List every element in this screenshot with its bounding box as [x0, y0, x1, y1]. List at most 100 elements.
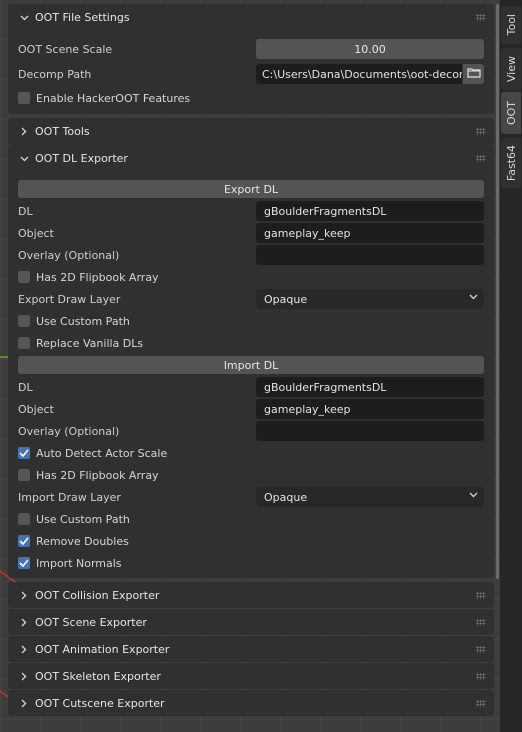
panel-header-tools[interactable]: OOT Tools: [8, 118, 494, 145]
tab-tool[interactable]: Tool: [501, 6, 521, 44]
panel-title: OOT DL Exporter: [35, 152, 128, 165]
panel-title: OOT Tools: [35, 125, 90, 138]
export-object-label: Object: [18, 226, 54, 240]
folder-icon: [466, 67, 481, 81]
scene-scale-field[interactable]: 10.00: [256, 39, 484, 59]
drag-handle-icon[interactable]: [476, 155, 486, 162]
export-custom-path-checkbox[interactable]: [18, 315, 30, 327]
import-custom-path-checkbox[interactable]: [18, 513, 30, 525]
sidebar-tab-strip: Tool View OOT Fast64: [500, 0, 522, 732]
panel-skeleton-exporter: OOT Skeleton Exporter: [8, 663, 494, 689]
panel-title: OOT Skeleton Exporter: [35, 670, 161, 683]
remove-doubles-checkbox[interactable]: [18, 535, 30, 547]
chevron-right-icon: [17, 645, 31, 654]
export-dl-field[interactable]: gBoulderFragmentsDL: [256, 201, 484, 221]
drag-handle-icon[interactable]: [476, 14, 486, 21]
import-overlay-label: Overlay (Optional): [18, 424, 120, 438]
replace-vanilla-label: Replace Vanilla DLs: [36, 336, 144, 350]
browse-folder-button[interactable]: [463, 64, 484, 84]
auto-detect-checkbox[interactable]: [18, 447, 30, 459]
decomp-path-field[interactable]: C:\Users\Dana\Documents\oot-decomp\: [256, 64, 462, 84]
replace-vanilla-checkbox[interactable]: [18, 337, 30, 349]
import-flipbook-label: Has 2D Flipbook Array: [36, 468, 159, 482]
panel-animation-exporter: OOT Animation Exporter: [8, 636, 494, 662]
chevron-down-icon: [17, 156, 31, 162]
chevron-right-icon: [17, 672, 31, 681]
import-dl-button[interactable]: Import DL: [18, 356, 484, 374]
panel-header-collision-exporter[interactable]: OOT Collision Exporter: [8, 582, 494, 609]
scene-scale-label: OOT Scene Scale: [18, 42, 113, 56]
panel-header-scene-exporter[interactable]: OOT Scene Exporter: [8, 609, 494, 636]
panel-header-skeleton-exporter[interactable]: OOT Skeleton Exporter: [8, 663, 494, 690]
replace-vanilla-row[interactable]: Replace Vanilla DLs: [18, 333, 143, 353]
panel-title: OOT File Settings: [35, 11, 130, 24]
import-draw-layer-select[interactable]: Opaque: [256, 487, 484, 507]
import-dl-label: DL: [18, 380, 33, 394]
hackeroot-checkbox-row[interactable]: Enable HackerOOT Features: [18, 88, 190, 108]
chevron-down-icon: [469, 292, 478, 303]
panel-scene-exporter: OOT Scene Exporter: [8, 609, 494, 635]
drag-handle-icon[interactable]: [476, 128, 486, 135]
chevron-right-icon: [17, 699, 31, 708]
chevron-right-icon: [17, 127, 31, 136]
panel-header-animation-exporter[interactable]: OOT Animation Exporter: [8, 636, 494, 663]
panel-title: OOT Animation Exporter: [35, 643, 170, 656]
panel-oot-tools: OOT Tools: [8, 118, 494, 145]
tab-view[interactable]: View: [501, 48, 521, 90]
drag-handle-icon[interactable]: [476, 592, 486, 599]
export-flipbook-checkbox[interactable]: [18, 271, 30, 283]
import-custom-path-label: Use Custom Path: [36, 512, 130, 526]
hackeroot-checkbox[interactable]: [18, 92, 30, 104]
drag-handle-icon[interactable]: [476, 673, 486, 680]
decomp-path-label: Decomp Path: [18, 67, 92, 81]
export-dl-button[interactable]: Export DL: [18, 180, 484, 198]
drag-handle-icon[interactable]: [476, 646, 486, 653]
hackeroot-label: Enable HackerOOT Features: [36, 91, 191, 105]
export-draw-layer-label: Export Draw Layer: [18, 292, 121, 306]
sidebar-panels: OOT File Settings OOT Scene Scale 10.00 …: [8, 0, 494, 732]
import-object-label: Object: [18, 402, 54, 416]
panel-header-dl-exporter[interactable]: OOT DL Exporter: [8, 145, 494, 172]
import-normals-checkbox[interactable]: [18, 557, 30, 569]
import-custom-path-row[interactable]: Use Custom Path: [18, 509, 130, 529]
tab-fast64[interactable]: Fast64: [501, 138, 521, 188]
auto-detect-label: Auto Detect Actor Scale: [36, 446, 168, 460]
import-draw-layer-value: Opaque: [264, 490, 308, 504]
panel-header-file-settings[interactable]: OOT File Settings: [8, 4, 494, 31]
export-draw-layer-select[interactable]: Opaque: [256, 289, 484, 309]
import-dl-field[interactable]: gBoulderFragmentsDL: [256, 377, 484, 397]
export-overlay-label: Overlay (Optional): [18, 248, 120, 262]
chevron-right-icon: [17, 618, 31, 627]
import-object-field[interactable]: gameplay_keep: [256, 399, 484, 419]
sidebar-scrollbar[interactable]: [496, 4, 499, 579]
import-overlay-field[interactable]: [256, 421, 484, 441]
export-flipbook-row[interactable]: Has 2D Flipbook Array: [18, 267, 159, 287]
import-flipbook-checkbox[interactable]: [18, 469, 30, 481]
tab-oot[interactable]: OOT: [501, 92, 521, 134]
drag-handle-icon[interactable]: [476, 700, 486, 707]
export-dl-label: DL: [18, 204, 33, 218]
import-flipbook-row[interactable]: Has 2D Flipbook Array: [18, 465, 159, 485]
chevron-down-icon: [469, 490, 478, 501]
export-draw-layer-value: Opaque: [264, 292, 308, 306]
panel-file-settings: OOT File Settings OOT Scene Scale 10.00 …: [8, 4, 494, 114]
remove-doubles-row[interactable]: Remove Doubles: [18, 531, 129, 551]
auto-detect-row[interactable]: Auto Detect Actor Scale: [18, 443, 167, 463]
panel-title: OOT Collision Exporter: [35, 589, 160, 602]
drag-handle-icon[interactable]: [476, 619, 486, 626]
export-object-field[interactable]: gameplay_keep: [256, 223, 484, 243]
import-normals-label: Import Normals: [36, 556, 122, 570]
export-custom-path-row[interactable]: Use Custom Path: [18, 311, 130, 331]
chevron-down-icon: [17, 15, 31, 21]
panel-cutscene-exporter: OOT Cutscene Exporter: [8, 690, 494, 716]
import-draw-layer-label: Import Draw Layer: [18, 490, 121, 504]
remove-doubles-label: Remove Doubles: [36, 534, 129, 548]
import-normals-row[interactable]: Import Normals: [18, 553, 122, 573]
panel-collision-exporter: OOT Collision Exporter: [8, 582, 494, 608]
panel-header-cutscene-exporter[interactable]: OOT Cutscene Exporter: [8, 690, 494, 717]
export-overlay-field[interactable]: [256, 245, 484, 265]
export-custom-path-label: Use Custom Path: [36, 314, 130, 328]
export-flipbook-label: Has 2D Flipbook Array: [36, 270, 159, 284]
panel-title: OOT Scene Exporter: [35, 616, 147, 629]
chevron-right-icon: [17, 591, 31, 600]
